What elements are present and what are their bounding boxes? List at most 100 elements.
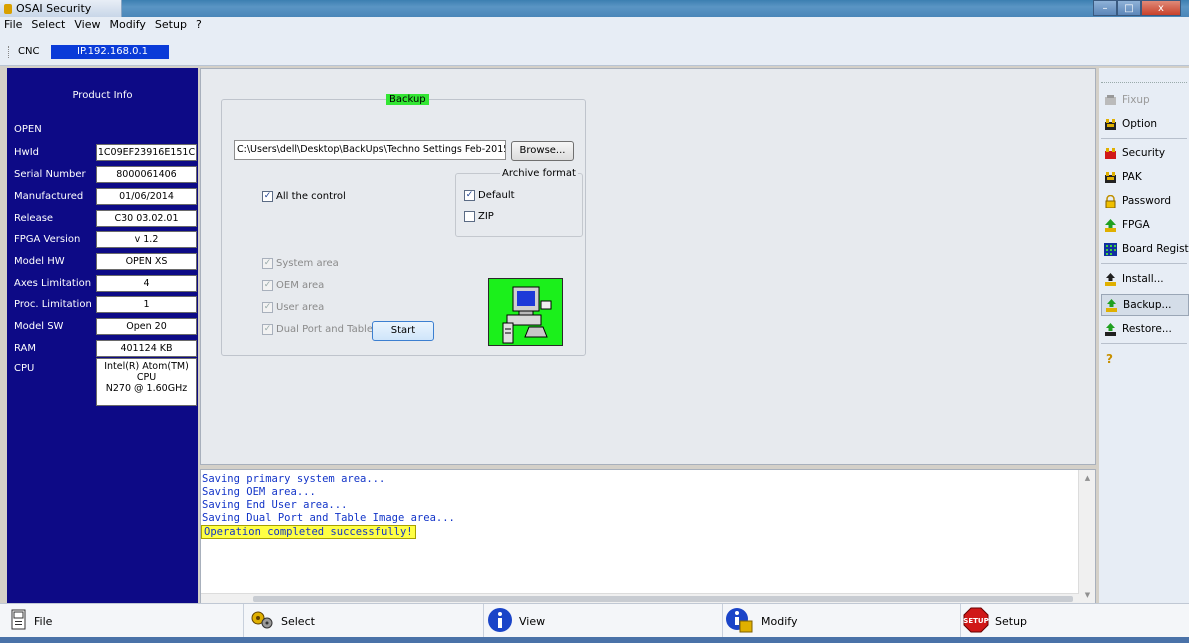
menu-setup[interactable]: Setup [155, 18, 187, 31]
backup-label: Backup... [1123, 299, 1172, 311]
user-area-checkbox[interactable]: ✓ User area [262, 302, 324, 313]
info-row-axes: Axes Limitation 4 [14, 275, 198, 292]
backup-item[interactable]: Backup... [1101, 294, 1189, 316]
log-vertical-scrollbar[interactable]: ▲ ▼ [1078, 470, 1095, 603]
nav-modify-button[interactable]: Modify [725, 607, 797, 635]
all-control-label: All the control [276, 191, 346, 202]
setup-icon-text: SETUP [963, 617, 988, 625]
scroll-thumb[interactable] [253, 596, 1073, 602]
backup-group: Backup C:\Users\dell\Desktop\BackUps\Tec… [221, 94, 586, 356]
info-value: C30 03.02.01 [96, 210, 197, 227]
checkbox-checked-icon: ✓ [262, 258, 273, 269]
default-format-checkbox[interactable]: ✓ Default [464, 190, 515, 201]
info-label: FPGA Version [14, 234, 81, 245]
fpga-icon [1104, 218, 1117, 232]
menu-select[interactable]: Select [31, 18, 65, 31]
bottom-nav-bar: File Select View Modify SETUP Setup [0, 603, 1189, 638]
log-line: Saving primary system area... [202, 473, 386, 485]
fixup-icon [1104, 94, 1117, 107]
install-item[interactable]: Install... [1101, 268, 1189, 290]
fpga-label: FPGA [1122, 219, 1150, 231]
info-label: Model HW [14, 256, 65, 267]
log-horizontal-scrollbar[interactable] [201, 593, 1079, 603]
password-item[interactable]: Password [1101, 190, 1189, 212]
browse-button[interactable]: Browse... [511, 141, 574, 161]
backup-path-field[interactable]: C:\Users\dell\Desktop\BackUps\Techno Set… [234, 140, 506, 160]
toolbar-grip[interactable] [8, 46, 10, 58]
all-control-checkbox[interactable]: ✓ All the control [262, 191, 346, 202]
info-row-fpga-version: FPGA Version v 1.2 [14, 231, 198, 248]
cnc-label: CNC [18, 46, 40, 57]
info-row-proc: Proc. Limitation 1 [14, 296, 198, 313]
archive-format-group: Archive format ✓ Default ZIP [455, 168, 583, 237]
info-value: Open 20 [96, 318, 197, 335]
nav-modify-label: Modify [761, 614, 798, 628]
nav-separator [960, 604, 961, 638]
info-label: Proc. Limitation [14, 299, 92, 310]
checkbox-checked-icon: ✓ [262, 191, 273, 202]
option-icon [1104, 118, 1117, 131]
zip-format-label: ZIP [478, 211, 494, 222]
info-row-model-sw: Model SW Open 20 [14, 318, 198, 335]
log-panel[interactable]: Saving primary system area... Saving OEM… [200, 469, 1096, 604]
menu-bar: File Select View Modify Setup ? [0, 17, 1189, 32]
info-row-serial: Serial Number 8000061406 [14, 166, 198, 183]
panel-grip [1101, 82, 1187, 83]
select-icon [249, 608, 275, 635]
close-button[interactable]: x [1141, 0, 1181, 16]
nav-file-button[interactable]: File [10, 607, 52, 635]
fpga-item[interactable]: FPGA [1101, 214, 1189, 236]
product-info-title: Product Info [72, 90, 133, 101]
info-label: HwId [14, 147, 39, 158]
menu-view[interactable]: View [74, 18, 100, 31]
security-icon [1104, 147, 1117, 160]
archive-format-title: Archive format [500, 168, 578, 179]
backup-group-title: Backup [386, 94, 429, 105]
start-button[interactable]: Start [372, 321, 434, 341]
info-value: 401124 KB [96, 340, 197, 357]
security-item[interactable]: Security [1101, 142, 1189, 164]
title-bar: OSAI Security – □ x [0, 0, 1189, 17]
oem-area-checkbox[interactable]: ✓ OEM area [262, 280, 324, 291]
info-row-ram: RAM 401124 KB [14, 340, 198, 357]
app-icon [4, 3, 12, 14]
info-value: 1C09EF23916E151C [96, 144, 197, 161]
minimize-button[interactable]: – [1093, 0, 1117, 16]
pak-item[interactable]: PAK [1101, 166, 1189, 188]
maximize-button[interactable]: □ [1117, 0, 1141, 16]
menu-modify[interactable]: Modify [109, 18, 145, 31]
option-item[interactable]: Option [1101, 113, 1189, 135]
restore-item[interactable]: Restore... [1101, 318, 1189, 340]
board-registry-label: Board Registry [1122, 243, 1189, 255]
window-title: OSAI Security [16, 2, 92, 15]
nav-view-button[interactable]: View [487, 607, 545, 635]
checkbox-checked-icon: ✓ [262, 324, 273, 335]
help-item[interactable]: ? [1101, 347, 1189, 369]
board-registry-icon [1104, 242, 1117, 256]
menu-separator [1101, 343, 1187, 344]
nav-view-label: View [519, 614, 546, 628]
menu-help[interactable]: ? [196, 18, 202, 31]
zip-format-checkbox[interactable]: ZIP [464, 211, 494, 222]
fixup-item[interactable]: Fixup [1101, 89, 1189, 111]
scroll-up-icon[interactable]: ▲ [1079, 470, 1096, 486]
nav-setup-button[interactable]: SETUP Setup [963, 607, 1027, 635]
info-value: OPEN XS [96, 253, 197, 270]
system-area-checkbox[interactable]: ✓ System area [262, 258, 339, 269]
checkbox-checked-icon: ✓ [464, 190, 475, 201]
fixup-label: Fixup [1122, 94, 1150, 106]
info-label: Manufactured [14, 191, 84, 202]
toolbar: CNC IP.192.168.0.1 [0, 32, 1189, 66]
scroll-down-icon[interactable]: ▼ [1079, 587, 1096, 603]
svg-text:?: ? [1106, 352, 1113, 365]
menu-separator [1101, 263, 1187, 264]
nav-select-button[interactable]: Select [249, 607, 315, 635]
menu-file[interactable]: File [4, 18, 22, 31]
pak-icon [1104, 171, 1117, 184]
info-row-model-hw: Model HW OPEN XS [14, 253, 198, 270]
nav-file-label: File [34, 614, 53, 628]
cnc-address[interactable]: IP.192.168.0.1 [51, 45, 169, 59]
oem-area-label: OEM area [276, 280, 325, 291]
board-registry-item[interactable]: Board Registry [1101, 238, 1189, 260]
nav-separator [243, 604, 244, 638]
